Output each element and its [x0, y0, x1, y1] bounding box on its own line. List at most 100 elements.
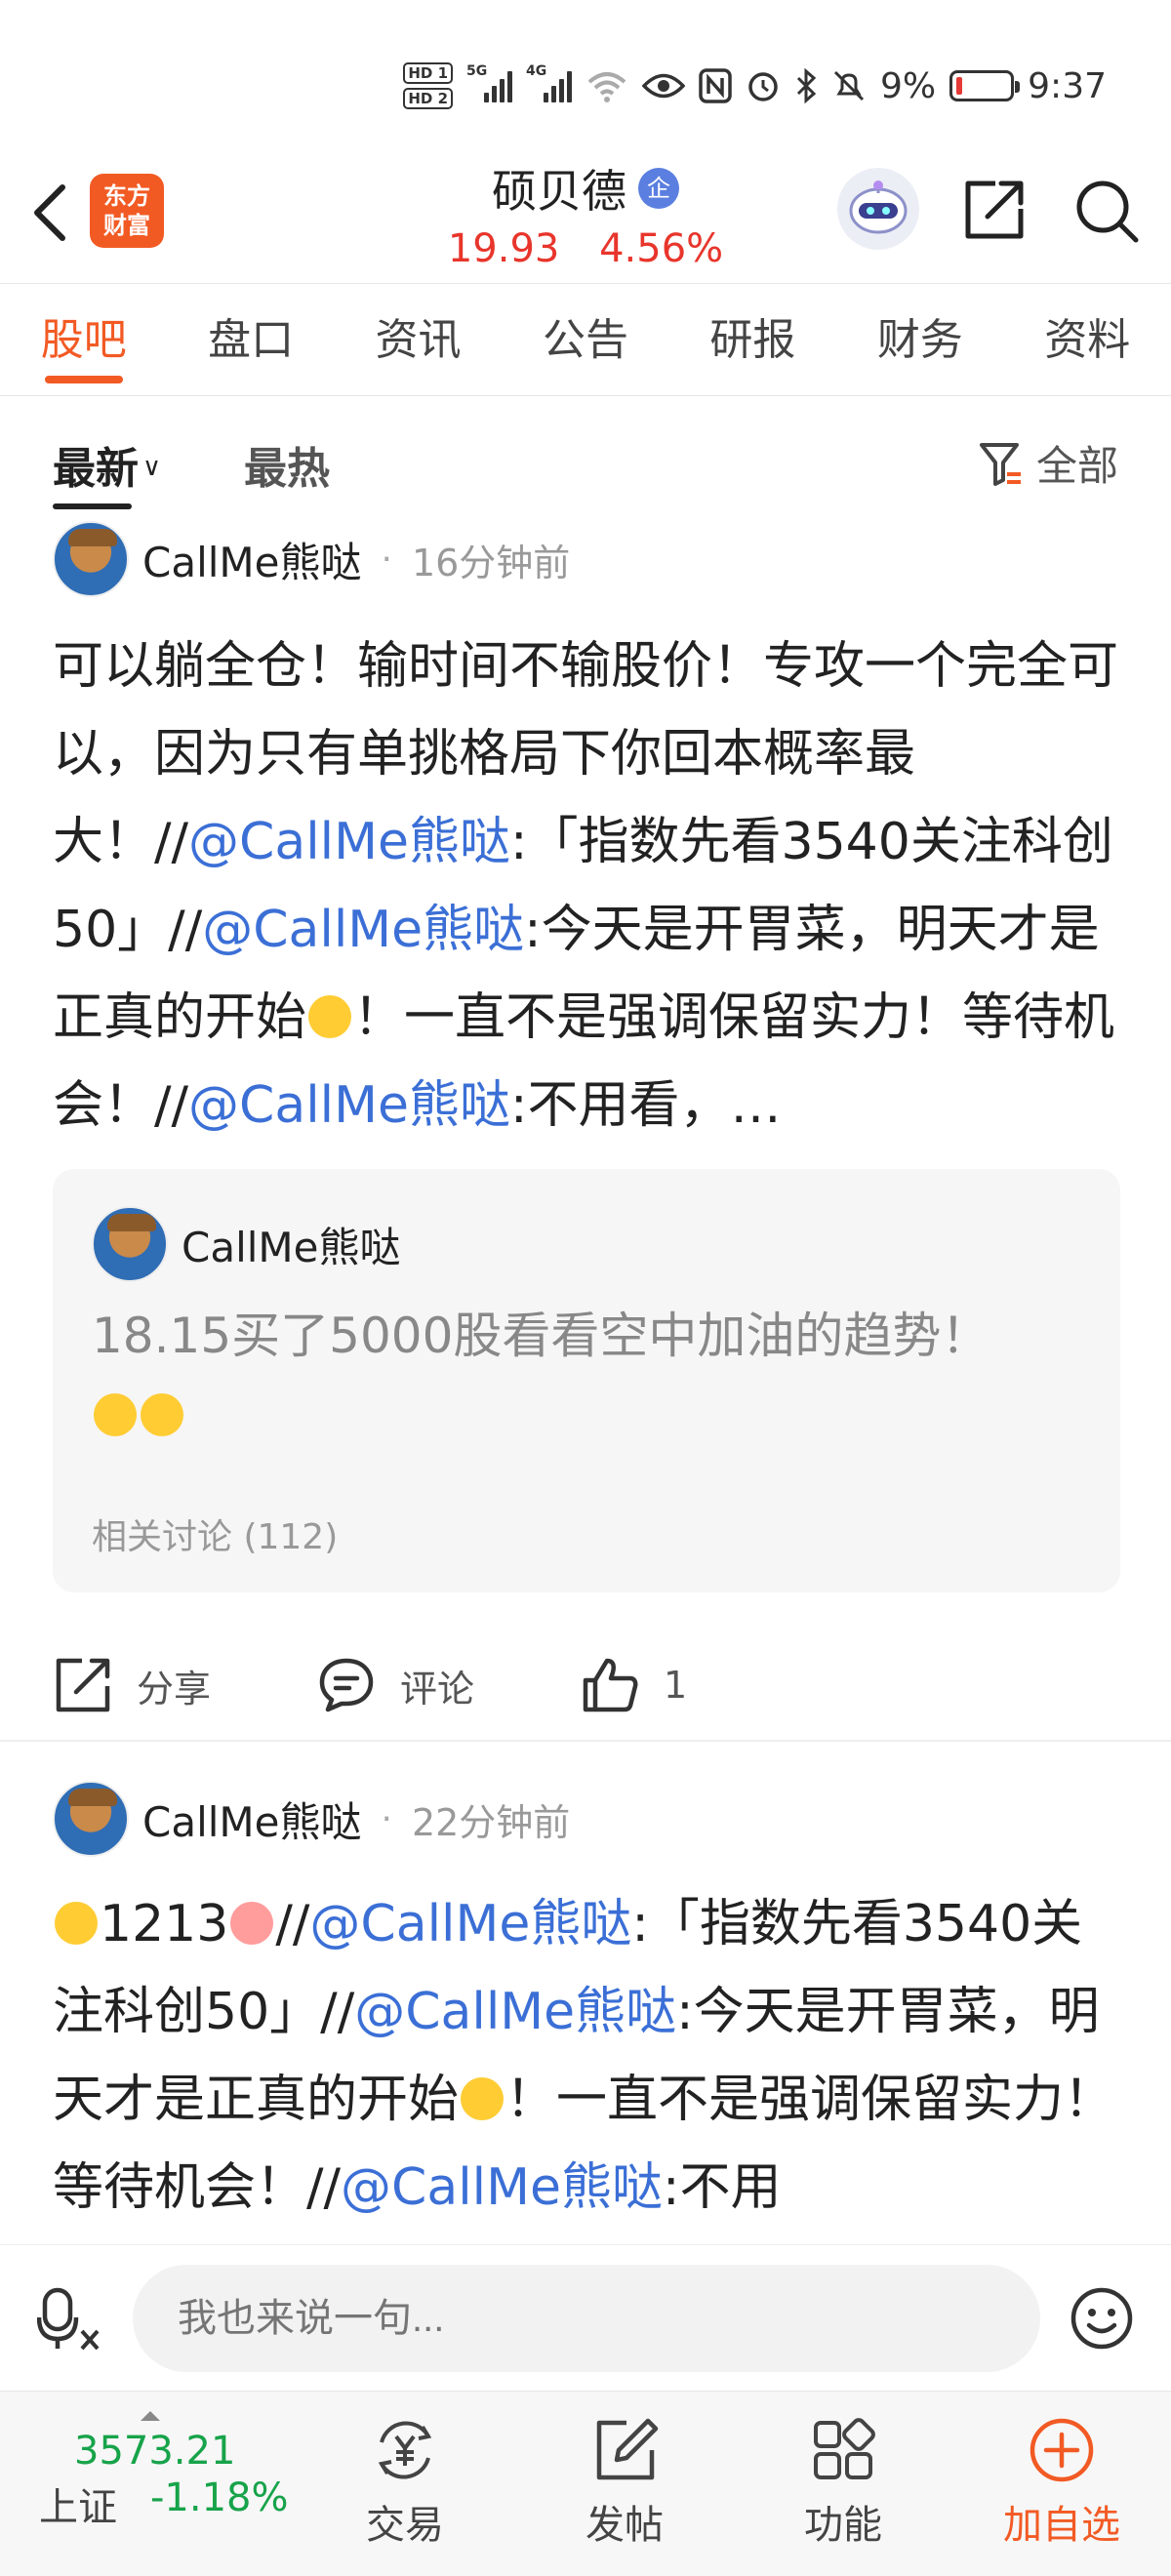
- nav-function[interactable]: 功能: [775, 2413, 911, 2550]
- nav-trade[interactable]: 交易: [337, 2413, 473, 2550]
- hd-indicator: HD 1 HD 2: [403, 62, 454, 109]
- market-index-widget[interactable]: 3573.21 上证 -1.18%: [39, 2411, 322, 2532]
- share-icon[interactable]: [960, 176, 1029, 244]
- app-logo[interactable]: 东方 财富: [90, 174, 164, 248]
- comment-icon: [319, 1658, 374, 1712]
- post-item[interactable]: CallMe熊哒 · 22分钟前 1213//@CallMe熊哒:「指数先看35…: [0, 1742, 1171, 2244]
- sort-latest[interactable]: 最新 ∨: [53, 433, 162, 509]
- tab-research[interactable]: 研报: [669, 284, 836, 395]
- tab-guba[interactable]: 股吧: [0, 284, 167, 395]
- quoted-author-name[interactable]: CallMe熊哒: [182, 1215, 400, 1274]
- signal-5g-icon: 5G: [466, 63, 513, 102]
- stock-name-row[interactable]: 硕贝德 企: [492, 156, 679, 221]
- filter-icon: [979, 442, 1021, 486]
- emoji-picker-icon[interactable]: [1070, 2286, 1134, 2351]
- status-bar: HD 1 HD 2 5G 4G 9% 9:37: [0, 0, 1171, 156]
- related-discussion-link[interactable]: 相关讨论 (112): [92, 1509, 338, 1559]
- avatar[interactable]: [53, 1781, 129, 1857]
- battery-icon: [949, 70, 1021, 101]
- laughing-emoji-icon: [141, 1393, 183, 1436]
- index-change: -1.18%: [150, 2475, 289, 2520]
- nav-post-label: 发帖: [586, 2503, 664, 2548]
- stock-name: 硕贝德: [492, 165, 626, 218]
- quoted-author[interactable]: CallMe熊哒: [92, 1206, 400, 1282]
- post-content[interactable]: 1213//@CallMe熊哒:「指数先看3540关注科创50」//@CallM…: [53, 1880, 1126, 2232]
- nav-add-watchlist[interactable]: 加自选: [993, 2413, 1130, 2550]
- search-icon[interactable]: [1071, 176, 1142, 246]
- post-author[interactable]: CallMe熊哒 · 22分钟前: [53, 1781, 570, 1857]
- author-name[interactable]: CallMe熊哒: [142, 530, 361, 589]
- post-content[interactable]: 可以躺全仓！输时间不输股价！专攻一个完全可以，因为只有单挑格局下你回本概率最大！…: [53, 623, 1126, 1149]
- sort-filter-bar: 最新 ∨ 最热 全部: [0, 396, 1171, 509]
- post-text: //: [275, 1895, 310, 1953]
- post-time: 16分钟前: [411, 541, 571, 584]
- network-5g-label: 5G: [466, 63, 488, 79]
- alarm-icon: [748, 72, 778, 101]
- sort-hot[interactable]: 最热: [244, 433, 330, 496]
- post-author[interactable]: CallMe熊哒 · 16分钟前: [53, 521, 570, 597]
- voice-input-icon[interactable]: [37, 2284, 105, 2353]
- clock: 9:37: [1028, 65, 1107, 106]
- status-icons: HD 1 HD 2 5G 4G 9% 9:37: [403, 59, 1107, 113]
- avatar[interactable]: [53, 521, 129, 597]
- comment-label: 评论: [400, 1667, 475, 1711]
- mention-link[interactable]: @CallMe熊哒: [188, 1076, 510, 1135]
- assistant-robot-icon[interactable]: [837, 168, 919, 250]
- tab-announcements[interactable]: 公告: [502, 284, 668, 395]
- post-text: 1213: [100, 1895, 229, 1953]
- thinking-emoji-icon: [308, 995, 352, 1038]
- stock-price: 19.93: [447, 226, 560, 271]
- comment-input[interactable]: [133, 2265, 1040, 2372]
- post-text: :不用看，…: [509, 1076, 782, 1135]
- filter-all-label: 全部: [1035, 442, 1118, 490]
- quoted-text: 18.15买了5000股看看空中加油的趋势！: [92, 1296, 1068, 1456]
- tab-profile[interactable]: 资料: [1004, 284, 1171, 395]
- chevron-down-icon: ∨: [142, 453, 162, 482]
- battery-percent: 9%: [880, 65, 937, 106]
- separator-dot: ·: [381, 1798, 392, 1839]
- share-label: 分享: [137, 1667, 212, 1711]
- hd2-label: HD 2: [403, 88, 454, 109]
- mention-link[interactable]: @CallMe熊哒: [341, 2158, 663, 2217]
- nav-add-watchlist-label: 加自选: [1003, 2503, 1120, 2548]
- filter-all[interactable]: 全部: [978, 433, 1118, 493]
- add-circle-icon: [1030, 2418, 1094, 2482]
- comment-button[interactable]: 评论: [316, 1655, 474, 1715]
- nav-post[interactable]: 发帖: [556, 2413, 693, 2550]
- tab-pankou[interactable]: 盘口: [167, 284, 334, 395]
- post-actions: 分享 评论 1: [0, 1626, 1171, 1743]
- post-time: 22分钟前: [411, 1800, 571, 1844]
- edit-post-icon: [596, 2418, 659, 2480]
- nfc-icon: [699, 68, 732, 103]
- bluetooth-icon: [796, 68, 817, 103]
- author-name[interactable]: CallMe熊哒: [142, 1790, 361, 1849]
- index-name: 上证: [39, 2485, 117, 2530]
- separator-dot: ·: [381, 539, 392, 580]
- post-text: :不用: [662, 2158, 782, 2217]
- post-item[interactable]: CallMe熊哒 · 16分钟前 可以躺全仓！输时间不输股价！专攻一个完全可以，…: [0, 503, 1171, 1743]
- back-arrow-icon[interactable]: [23, 174, 82, 252]
- quoted-post-card[interactable]: CallMe熊哒 18.15买了5000股看看空中加油的趋势！ 相关讨论 (11…: [53, 1169, 1120, 1592]
- mention-link[interactable]: @CallMe熊哒: [309, 1895, 631, 1953]
- mention-link[interactable]: @CallMe熊哒: [354, 1983, 676, 2041]
- comment-bar: [0, 2244, 1171, 2391]
- tab-finance[interactable]: 财务: [836, 284, 1003, 395]
- network-4g-label: 4G: [526, 63, 547, 79]
- wifi-icon: [587, 72, 626, 102]
- like-button[interactable]: 1: [580, 1655, 687, 1715]
- sort-latest-label: 最新: [53, 444, 139, 494]
- mention-link[interactable]: @CallMe熊哒: [202, 901, 524, 959]
- share-button[interactable]: 分享: [53, 1655, 211, 1715]
- signal-4g-icon: 4G: [526, 63, 573, 102]
- avatar[interactable]: [92, 1206, 168, 1282]
- logo-line1: 东方: [103, 182, 150, 210]
- tab-news[interactable]: 资讯: [335, 284, 502, 395]
- mention-link[interactable]: @CallMe熊哒: [188, 813, 510, 871]
- sleepy-emoji-icon: [55, 1902, 98, 1945]
- bottom-nav: 3573.21 上证 -1.18% 交易 发帖 功能 加自选: [0, 2391, 1171, 2576]
- caret-up-icon: [141, 2411, 160, 2421]
- grid-apps-icon: [814, 2418, 875, 2479]
- nav-function-label: 功能: [804, 2503, 882, 2548]
- share-icon: [56, 1658, 110, 1712]
- logo-line2: 财富: [103, 212, 150, 239]
